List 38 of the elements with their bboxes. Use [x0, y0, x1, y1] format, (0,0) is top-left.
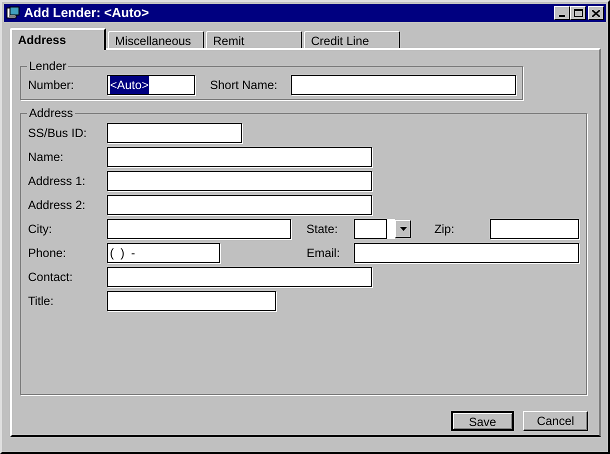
maximize-button[interactable] — [570, 6, 586, 20]
text-field[interactable] — [107, 267, 372, 287]
tab[interactable]: Address — [10, 28, 106, 50]
text-field[interactable] — [107, 123, 242, 143]
field-label: Address 1: — [28, 173, 86, 190]
dialog-button[interactable]: Cancel — [523, 411, 588, 431]
group-title: Lender — [27, 59, 68, 73]
field-label: Contact: — [28, 269, 74, 286]
field-label: State: — [306, 221, 339, 238]
text-field[interactable] — [354, 243, 579, 263]
text-field[interactable]: <Auto> — [107, 75, 195, 95]
text-field[interactable] — [291, 75, 516, 95]
text-field[interactable] — [490, 219, 579, 239]
field-label: Email: — [306, 245, 341, 262]
text-field[interactable] — [107, 171, 372, 191]
text-field[interactable] — [107, 195, 372, 215]
field-label: Short Name: — [210, 77, 278, 94]
close-icon — [592, 10, 600, 16]
dialog-button[interactable]: Save — [451, 411, 514, 431]
field-label: SS/Bus ID: — [28, 125, 88, 142]
field-label: Number: — [28, 77, 76, 94]
close-button[interactable] — [588, 6, 604, 20]
app-icon — [6, 6, 20, 20]
field-label: Phone: — [28, 245, 68, 262]
text-field[interactable] — [107, 291, 276, 311]
window-title: Add Lender: <Auto> — [24, 4, 149, 22]
field-label: Name: — [28, 149, 64, 166]
caret-icon — [400, 227, 407, 231]
text-field[interactable] — [107, 147, 372, 167]
field-label: Zip: — [434, 221, 456, 238]
state-dropdown[interactable] — [354, 219, 412, 239]
minimize-button[interactable] — [554, 6, 570, 20]
text-field[interactable]: ( ) - — [106, 243, 220, 263]
field-label: Address 2: — [28, 197, 86, 214]
text-field[interactable] — [106, 219, 292, 239]
field-label: Title: — [28, 293, 55, 310]
field-label: City: — [28, 221, 53, 238]
group-title: Address — [27, 106, 76, 120]
